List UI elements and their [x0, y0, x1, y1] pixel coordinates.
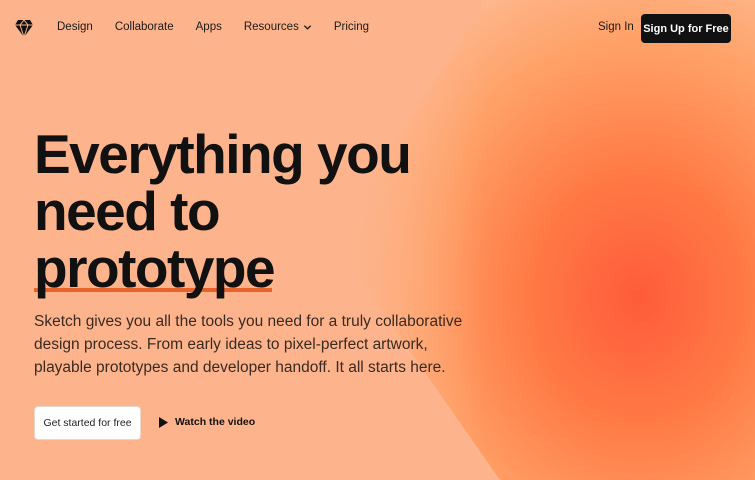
- nav-link-resources-label: Resources: [243, 21, 299, 33]
- hero-description: Sketch gives you all the tools you need …: [34, 313, 463, 376]
- nav-link-apps[interactable]: Apps: [196, 21, 222, 33]
- top-navigation: Design Collaborate Apps Resources Pricin…: [0, 0, 755, 58]
- watch-video-label: Watch the video: [175, 416, 256, 428]
- play-icon: [159, 416, 168, 428]
- nav-links: Design Collaborate Apps Resources Pricin…: [57, 21, 391, 33]
- hero-title: Everything you need to prototype: [34, 126, 454, 297]
- hero-title-line-1: Everything you: [34, 123, 412, 185]
- diamond-logo-icon[interactable]: [14, 19, 34, 38]
- nav-link-design[interactable]: Design: [57, 21, 93, 33]
- nav-link-resources[interactable]: Resources: [244, 21, 312, 33]
- hero-title-line-3: prototype: [34, 237, 276, 299]
- sign-up-button[interactable]: Sign Up for Free: [641, 14, 731, 43]
- chevron-down-icon: [303, 24, 311, 30]
- nav-link-collaborate[interactable]: Collaborate: [115, 21, 174, 33]
- get-started-button[interactable]: Get started for free: [34, 406, 141, 440]
- sign-in-link[interactable]: Sign In: [598, 21, 634, 33]
- watch-video-link[interactable]: Watch the video: [159, 416, 255, 428]
- hero-title-line-2: need to: [34, 180, 221, 242]
- nav-link-pricing[interactable]: Pricing: [334, 21, 369, 33]
